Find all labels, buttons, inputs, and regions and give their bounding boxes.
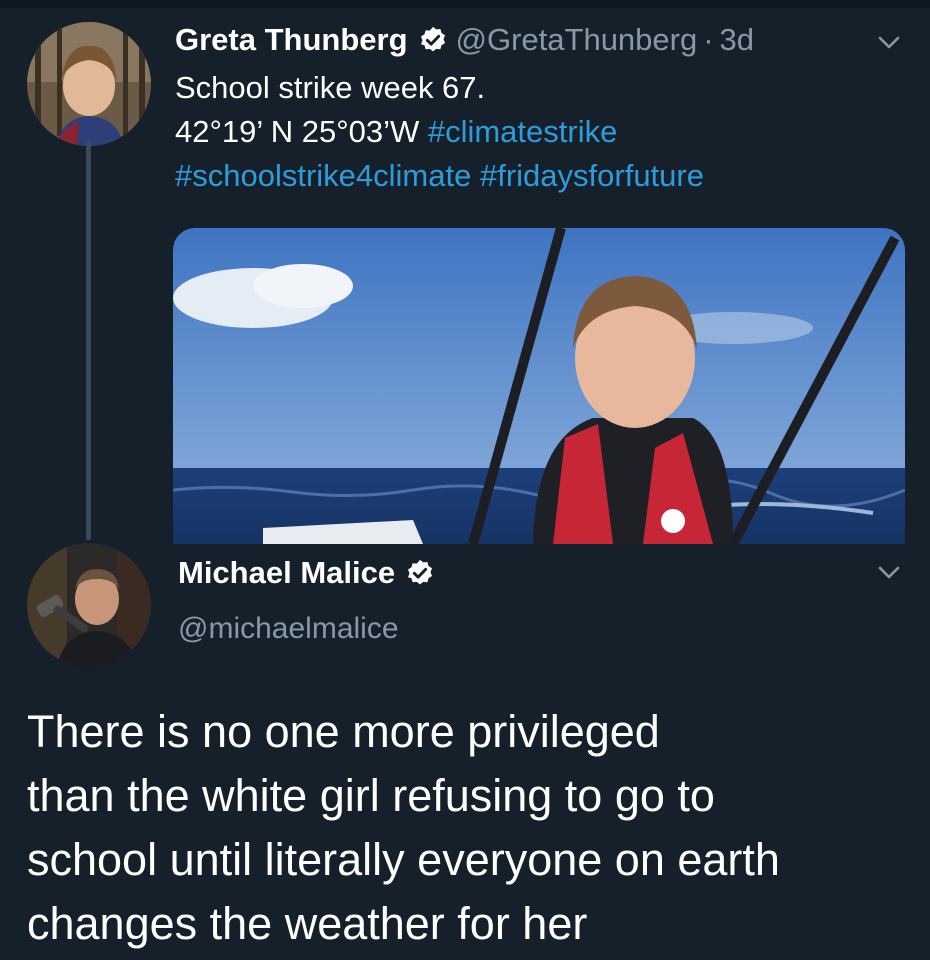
reply-line: than the white girl refusing to go to: [27, 770, 715, 821]
separator-dot: ·: [703, 22, 714, 57]
reply-line: changes the weather for her: [27, 898, 588, 949]
reply-header: Michael Malice: [178, 551, 443, 595]
thread-connector: [86, 140, 91, 540]
hashtag-link[interactable]: #fridaysforfuture: [480, 158, 704, 193]
tweet-header: Greta Thunberg @GretaThunberg · 3d: [175, 18, 754, 62]
avatar[interactable]: [27, 543, 151, 667]
reply-line: There is no one more privileged: [27, 706, 660, 757]
timestamp[interactable]: 3d: [720, 22, 754, 58]
tweet-photo[interactable]: [173, 228, 905, 544]
coordinates-text: 42°19’ N 25°03’W: [175, 114, 420, 149]
avatar[interactable]: [27, 22, 151, 146]
tweet-line: 42°19’ N 25°03’W #climatestrike: [175, 110, 895, 154]
reply-author-handle[interactable]: @michaelmalice: [178, 612, 399, 646]
chevron-down-icon[interactable]: [876, 562, 902, 582]
tweet-line: School strike week 67.: [175, 70, 486, 105]
verified-badge-icon: [405, 558, 435, 588]
author-handle[interactable]: @GretaThunberg: [456, 22, 698, 58]
verified-badge-icon: [418, 25, 448, 55]
hashtag-link[interactable]: #climatestrike: [428, 114, 618, 149]
reply-author-name[interactable]: Michael Malice: [178, 555, 395, 591]
top-strip: [0, 0, 930, 8]
tweet-line: #schoolstrike4climate #fridaysforfuture: [175, 154, 895, 198]
chevron-down-icon[interactable]: [876, 32, 902, 52]
tweet-body: School strike week 67. 42°19’ N 25°03’W …: [175, 66, 895, 198]
author-name[interactable]: Greta Thunberg: [175, 22, 408, 58]
hashtag-link[interactable]: #schoolstrike4climate: [175, 158, 471, 193]
reply-line: school until literally everyone on earth: [27, 834, 780, 885]
reply-body: There is no one more privileged than the…: [27, 700, 917, 956]
